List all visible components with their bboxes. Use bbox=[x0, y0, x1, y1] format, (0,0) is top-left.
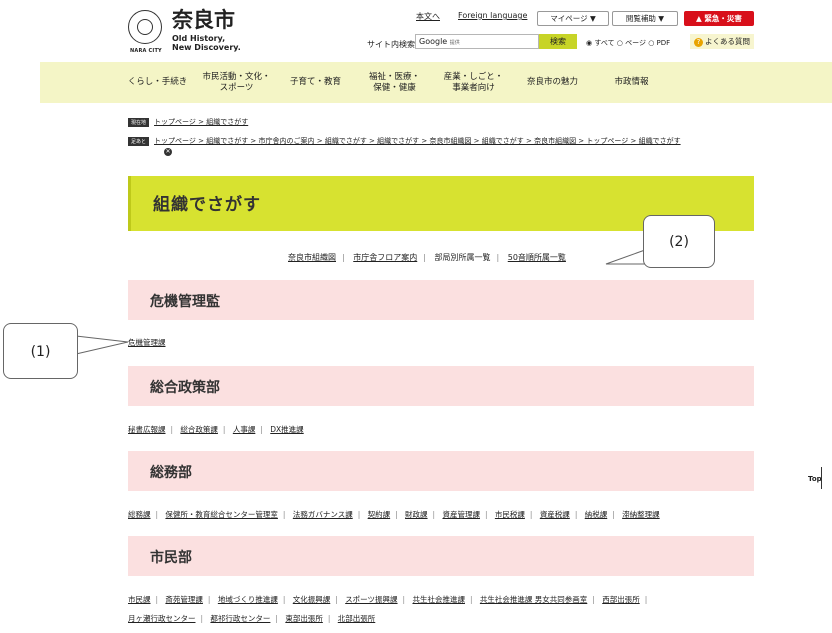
dept-link[interactable]: 危機管理課 bbox=[128, 338, 166, 347]
section-links: 秘書広報課 | 総合政策課 | 人事課 | DX推進課 bbox=[128, 425, 304, 434]
nav-item-attractions[interactable]: 奈良市の魅力 bbox=[513, 62, 592, 103]
dept-link[interactable]: 保健所・教育総合センター管理室 bbox=[165, 510, 278, 519]
city-emblem-icon bbox=[128, 10, 162, 44]
logo-jp: 奈良市 bbox=[172, 7, 235, 32]
logo-small-text: NARA CITY bbox=[130, 48, 162, 54]
section-links: 月ヶ瀬行政センター | 都祁行政センター | 東部出張所 | 北部出張所 bbox=[128, 614, 376, 623]
search-scope-radios[interactable]: ◉ すべて ○ ページ ○ PDF bbox=[586, 38, 670, 48]
dept-link[interactable]: 西部出張所 bbox=[602, 595, 640, 604]
sub-links: 奈良市組織図 | 市庁舎フロア案内 | 部局別所属一覧 | 50音順所属一覧 bbox=[288, 253, 566, 262]
callout-label-1: (1) bbox=[3, 323, 78, 379]
section-links: 危機管理課 bbox=[128, 337, 166, 348]
nav-item-government[interactable]: 市政情報 bbox=[592, 62, 671, 103]
global-nav: くらし・手続き 市民活動・文化・ スポーツ 子育て・教育 福祉・医療・ 保健・健… bbox=[40, 62, 832, 103]
dept-link[interactable]: 総合政策課 bbox=[180, 425, 218, 434]
section-title: 総務部 bbox=[150, 465, 192, 481]
breadcrumb: 現在地 トップページ > 組織でさがす bbox=[128, 117, 248, 127]
history-tag: 足あと bbox=[128, 136, 150, 146]
dept-link[interactable]: 北部出張所 bbox=[338, 614, 376, 623]
dept-link[interactable]: 斎苑管理課 bbox=[165, 595, 203, 604]
dept-link[interactable]: 共生社会推進課 bbox=[412, 595, 465, 604]
section-title: 総合政策部 bbox=[150, 380, 220, 396]
emergency-button[interactable]: ▲ 緊急・災害 bbox=[684, 11, 754, 26]
close-icon[interactable]: ✕ bbox=[164, 148, 172, 156]
section-title: 危機管理監 bbox=[150, 294, 220, 310]
section-links: 市民課 | 斎苑管理課 | 地域づくり推進課 | 文化振興課 | スポーツ振興課 | 共生… bbox=[128, 595, 648, 604]
dept-link[interactable]: 資産管理課 bbox=[442, 510, 480, 519]
nav-item-industry[interactable]: 産業・しごと・ 事業者向け bbox=[434, 62, 513, 103]
dept-link[interactable]: 秘書広報課 bbox=[128, 425, 166, 434]
search-label: サイト内検索 bbox=[367, 40, 415, 49]
dept-link[interactable]: 市民課 bbox=[128, 595, 151, 604]
section-header: 危機管理監 bbox=[128, 280, 754, 320]
search-input[interactable]: Google 提供 bbox=[415, 34, 539, 49]
dept-link[interactable]: 契約課 bbox=[368, 510, 391, 519]
callout-label-2: (2) bbox=[643, 215, 715, 268]
skip-to-main-link[interactable]: 本文へ bbox=[416, 11, 440, 22]
page-title: 組織でさがす bbox=[153, 195, 261, 215]
dept-link[interactable]: 財政課 bbox=[405, 510, 428, 519]
accessibility-button[interactable]: 閲覧補助 ▼ bbox=[612, 11, 678, 26]
dept-list-current: 部局別所属一覧 bbox=[434, 253, 491, 262]
callout-pointer-2 bbox=[605, 249, 646, 265]
dept-link[interactable]: 地域づくり推進課 bbox=[218, 595, 278, 604]
logo-en: Old History, New Discovery. bbox=[172, 34, 241, 52]
callout-pointer-1 bbox=[75, 335, 129, 355]
dept-link[interactable]: 文化振興課 bbox=[293, 595, 331, 604]
dept-link[interactable]: 法務ガバナンス課 bbox=[293, 510, 353, 519]
dept-link[interactable]: 市民税課 bbox=[495, 510, 525, 519]
floor-guide-link[interactable]: 市庁舎フロア案内 bbox=[353, 253, 417, 262]
history-links[interactable]: トップページ > 組織でさがす > 市庁舎内のご案内 > 組織でさがす > 組織… bbox=[154, 137, 681, 145]
dept-link[interactable]: 人事課 bbox=[233, 425, 256, 434]
breadcrumb-tag: 現在地 bbox=[128, 117, 150, 127]
site-logo[interactable]: NARA CITY 奈良市 Old History, New Discovery. bbox=[128, 8, 268, 54]
dept-link[interactable]: 都祁行政センター bbox=[210, 614, 270, 623]
org-chart-link[interactable]: 奈良市組織図 bbox=[288, 253, 336, 262]
site-header: NARA CITY 奈良市 Old History, New Discovery.… bbox=[0, 0, 832, 62]
faq-button[interactable]: ? よくある質問 bbox=[690, 34, 754, 49]
nav-item-childcare[interactable]: 子育て・教育 bbox=[276, 62, 355, 103]
dept-link[interactable]: 資産税課 bbox=[540, 510, 570, 519]
dept-link[interactable]: 共生社会推進課 男女共同参画室 bbox=[480, 595, 587, 604]
search-button[interactable]: 検索 bbox=[539, 34, 577, 49]
dept-link[interactable]: スポーツ振興課 bbox=[345, 595, 397, 604]
dept-link[interactable]: 月ヶ瀬行政センター bbox=[128, 614, 196, 623]
section-links: 総務課 | 保健所・教育総合センター管理室 | 法務ガバナンス課 | 契約課 | 財政課… bbox=[128, 510, 660, 519]
section-header: 総務部 bbox=[128, 451, 754, 491]
dept-link[interactable]: 総務課 bbox=[128, 510, 151, 519]
nav-item-culture[interactable]: 市民活動・文化・ スポーツ bbox=[197, 62, 276, 103]
nav-item-living[interactable]: くらし・手続き bbox=[118, 62, 197, 103]
breadcrumb-link[interactable]: トップページ > 組織でさがす bbox=[154, 118, 248, 126]
mypage-button[interactable]: マイページ ▼ bbox=[537, 11, 609, 26]
question-icon: ? bbox=[694, 38, 703, 47]
back-to-top-button[interactable]: Top bbox=[808, 467, 822, 489]
kana-list-link[interactable]: 50音順所属一覧 bbox=[508, 253, 566, 262]
foreign-language-link[interactable]: Foreign language bbox=[458, 11, 527, 20]
section-header: 市民部 bbox=[128, 536, 754, 576]
nav-item-welfare[interactable]: 福祉・医療・ 保健・健康 bbox=[355, 62, 434, 103]
dept-link[interactable]: DX推進課 bbox=[270, 425, 303, 434]
history-breadcrumb: 足あと トップページ > 組織でさがす > 市庁舎内のご案内 > 組織でさがす >… bbox=[128, 136, 681, 146]
dept-link[interactable]: 滞納整理課 bbox=[622, 510, 660, 519]
section-header: 総合政策部 bbox=[128, 366, 754, 406]
dept-link[interactable]: 東部出張所 bbox=[285, 614, 323, 623]
dept-link[interactable]: 納税課 bbox=[585, 510, 608, 519]
section-title: 市民部 bbox=[150, 550, 192, 566]
